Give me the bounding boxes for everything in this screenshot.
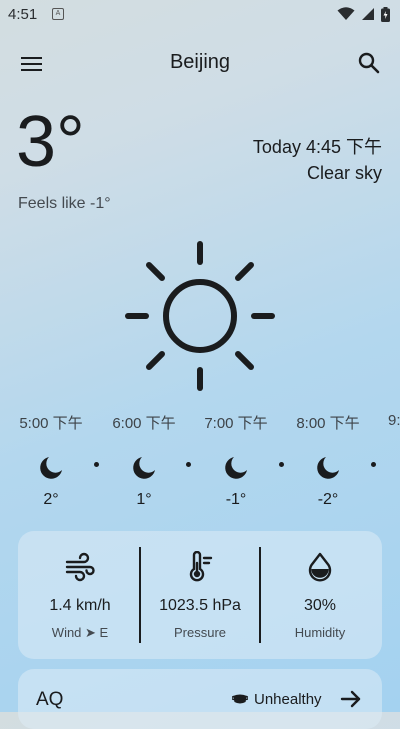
hourly-temp: -1°: [225, 491, 247, 508]
status-bar: 4:51 A: [0, 0, 400, 28]
pressure-label: Pressure: [173, 625, 227, 640]
status-time: 4:51: [8, 6, 38, 23]
wind-icon: [64, 551, 96, 583]
separator-dot: [371, 462, 376, 467]
aq-title: AQ: [36, 689, 64, 710]
page-title: Beijing: [169, 51, 231, 73]
notification-icon: A: [52, 8, 64, 20]
humidity-value: 30%: [303, 597, 337, 614]
hourly-time: 6:00 下午: [112, 415, 176, 432]
current-temperature: 3°: [16, 102, 85, 182]
humidity-column: 30% Humidity: [260, 531, 380, 659]
wifi-icon: [337, 7, 355, 20]
separator-dot: [94, 462, 99, 467]
signal-icon: [362, 8, 374, 20]
thermometer-icon: [184, 550, 216, 583]
hourly-forecast[interactable]: 5:00 下午 2° 6:00 下午 1° 7:00 下午 -1° 8:00 下…: [0, 412, 400, 522]
hourly-time: 8:00 下午: [296, 415, 360, 432]
details-card: 1.4 km/h Wind ➤ E 1023.5 hPa Pressure 30…: [18, 531, 382, 659]
wind-value: 1.4 km/h: [49, 597, 111, 614]
hourly-item[interactable]: 6:00 下午 1°: [101, 412, 187, 509]
wind-column: 1.4 km/h Wind ➤ E: [20, 531, 140, 659]
humidity-label: Humidity: [294, 625, 346, 640]
mask-icon: [231, 692, 249, 706]
moon-icon: [223, 455, 249, 481]
status-icons: [337, 6, 390, 22]
aq-status: Unhealthy: [254, 691, 322, 708]
hourly-item[interactable]: 5:00 下午 2°: [8, 412, 94, 509]
separator-dot: [279, 462, 284, 467]
hourly-time: 9:: [388, 412, 400, 429]
wind-label: Wind ➤ E: [51, 625, 109, 640]
moon-icon: [131, 455, 157, 481]
hourly-time: 7:00 下午: [204, 415, 268, 432]
sun-icon: [124, 240, 276, 392]
pressure-value: 1023.5 hPa: [159, 597, 241, 614]
moon-icon: [315, 455, 341, 481]
hourly-time: 5:00 下午: [19, 415, 83, 432]
hourly-item[interactable]: 9:: [388, 412, 400, 429]
pressure-column: 1023.5 hPa Pressure: [140, 531, 260, 659]
hourly-temp: 1°: [136, 491, 152, 508]
hourly-item[interactable]: 7:00 下午 -1°: [193, 412, 279, 509]
air-quality-card[interactable]: AQ Unhealthy: [18, 669, 382, 729]
feels-like: Feels like -1°: [18, 195, 111, 212]
hourly-temp: 2°: [43, 491, 59, 508]
moon-icon: [38, 455, 64, 481]
weather-description: Clear sky: [306, 163, 382, 183]
battery-icon: [381, 6, 390, 22]
current-datetime: Today 4:45 下午: [252, 137, 382, 157]
separator-dot: [186, 462, 191, 467]
arrow-right-icon[interactable]: [340, 689, 362, 709]
water-drop-icon: [304, 551, 336, 583]
search-button[interactable]: [356, 50, 382, 76]
search-icon: [358, 52, 380, 74]
hourly-item[interactable]: 8:00 下午 -2°: [285, 412, 371, 509]
hourly-temp: -2°: [317, 491, 339, 508]
